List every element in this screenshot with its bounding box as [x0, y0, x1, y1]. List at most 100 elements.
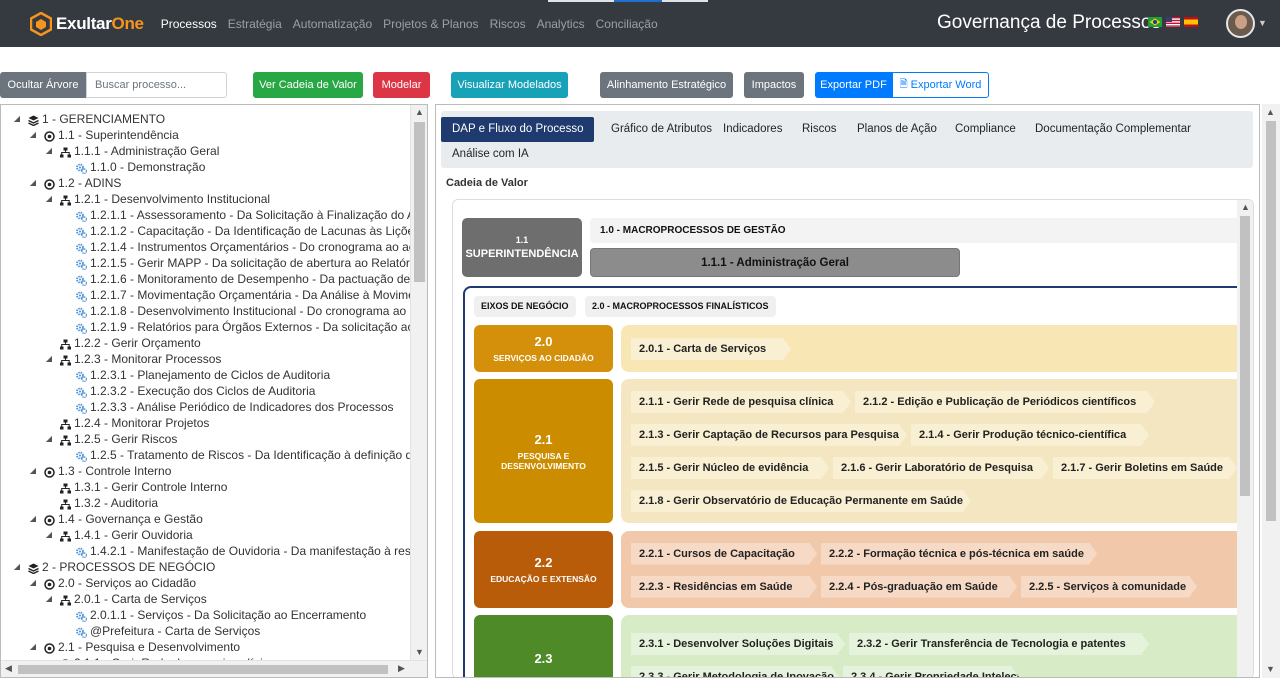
tree-node[interactable]: 1.2.2 - Gerir Orçamento: [1, 335, 411, 351]
tree-node[interactable]: 1.2.3.2 - Execução dos Ciclos de Auditor…: [1, 383, 411, 399]
macroprocess-item[interactable]: 2.2.3 - Residências em Saúde: [631, 576, 817, 598]
tab-dap-fluxo[interactable]: DAP e Fluxo do Processo: [441, 117, 595, 142]
nav-estrategia[interactable]: Estratégia: [228, 17, 282, 31]
tab-riscos[interactable]: Riscos: [791, 117, 848, 142]
expand-toggle-icon[interactable]: ◢: [44, 351, 54, 367]
tree-node[interactable]: 1.3.2 - Auditoria: [1, 495, 411, 511]
macroprocess-item[interactable]: 2.3.3 - Gerir Metodologia de Inovação: [631, 666, 839, 678]
tree-node[interactable]: 1.2.1.8 - Desenvolvimento Institucional …: [1, 303, 411, 319]
tab-indicadores[interactable]: Indicadores: [712, 117, 793, 142]
macroprocess-item[interactable]: 2.1.4 - Gerir Produção técnico-científic…: [911, 424, 1149, 446]
tree-node[interactable]: 1.2.1.1 - Assessoramento - Da Solicitaçã…: [1, 207, 411, 223]
tree-node[interactable]: ◢ 1.2.1 - Desenvolvimento Institucional: [1, 191, 411, 207]
macroprocess-item[interactable]: 2.1.8 - Gerir Observatório de Educação P…: [631, 490, 971, 512]
usa-flag-icon[interactable]: [1166, 17, 1180, 27]
tab-grafico-atributos[interactable]: Gráfico de Atributos: [600, 117, 723, 142]
tree-node[interactable]: 1.2.1.6 - Monitoramento de Desempenho - …: [1, 271, 411, 287]
admin-geral-button[interactable]: 1.1.1 - Administração Geral: [590, 248, 960, 277]
expand-toggle-icon[interactable]: ◢: [44, 191, 54, 207]
scroll-down-icon[interactable]: ▼: [415, 647, 424, 657]
nav-processos[interactable]: Processos: [161, 17, 217, 31]
expand-toggle-icon[interactable]: ◢: [28, 575, 38, 591]
macroprocess-item[interactable]: 2.2.2 - Formação técnica e pós-técnica e…: [821, 543, 1097, 565]
page-scroll-thumb[interactable]: [1266, 121, 1276, 521]
tree-vertical-scrollbar[interactable]: ▲ ▼: [410, 105, 427, 661]
macroprocess-item[interactable]: 2.1.7 - Gerir Boletins em Saúde: [1053, 457, 1237, 479]
tree-node[interactable]: 2.0.1.1 - Serviços - Da Solicitação ao E…: [1, 607, 411, 623]
tree-node[interactable]: ◢ 2.1 - Pesquisa e Desenvolvimento: [1, 639, 411, 655]
tree-node[interactable]: 1.2.1.9 - Relatórios para Órgãos Externo…: [1, 319, 411, 335]
macroprocess-item[interactable]: 2.1.6 - Gerir Laboratório de Pesquisa: [833, 457, 1049, 479]
tree-node[interactable]: 1.3.1 - Gerir Controle Interno: [1, 479, 411, 495]
tree-node[interactable]: 1.2.4 - Monitorar Projetos: [1, 415, 411, 431]
tree-node[interactable]: ◢ 1.4 - Governança e Gestão: [1, 511, 411, 527]
tree-node[interactable]: ◢ 1.1 - Superintendência: [1, 127, 411, 143]
tree-node[interactable]: 1.2.5 - Tratamento de Riscos - Da Identi…: [1, 447, 411, 463]
expand-toggle-icon[interactable]: ◢: [44, 143, 54, 159]
eixo-box[interactable]: 2.3: [474, 615, 613, 677]
tree-node[interactable]: ◢ 2 - PROCESSOS DE NEGÓCIO: [1, 559, 411, 575]
macroprocess-item[interactable]: 2.3.1 - Desenvolver Soluções Digitais: [631, 633, 845, 655]
expand-toggle-icon[interactable]: ◢: [28, 639, 38, 655]
view-modeled-button[interactable]: Visualizar Modelados: [451, 72, 568, 98]
process-tree[interactable]: ◢ 1 - GERENCIAMENTO ◢ 1.1 - Superintendênci…: [0, 104, 428, 678]
expand-toggle-icon[interactable]: ◢: [12, 111, 22, 127]
tree-node[interactable]: ◢ 1.3 - Controle Interno: [1, 463, 411, 479]
chevron-down-icon[interactable]: ▼: [1258, 18, 1267, 28]
superintendencia-box[interactable]: 1.1 SUPERINTENDÊNCIA: [462, 218, 582, 277]
expand-toggle-icon[interactable]: ◢: [12, 559, 22, 575]
tree-node[interactable]: 1.2.1.4 - Instrumentos Orçamentários - D…: [1, 239, 411, 255]
strategic-alignment-button[interactable]: Alinhamento Estratégico: [600, 72, 733, 98]
tree-horizontal-scrollbar[interactable]: ◀ ▶: [1, 660, 427, 677]
tree-node[interactable]: ◢ 1 - GERENCIAMENTO: [1, 111, 411, 127]
brazil-flag-icon[interactable]: [1148, 17, 1162, 27]
impacts-button[interactable]: Impactos: [744, 72, 804, 98]
expand-toggle-icon[interactable]: ◢: [28, 511, 38, 527]
expand-toggle-icon[interactable]: ◢: [28, 175, 38, 191]
macroprocess-item[interactable]: 2.3.4 - Gerir Propriedade Intelectual: [843, 666, 1019, 678]
macroprocess-item[interactable]: 2.1.2 - Edição e Publicação de Periódico…: [855, 391, 1155, 413]
tree-node[interactable]: ◢ 2.0.1 - Carta de Serviços: [1, 591, 411, 607]
eixo-box[interactable]: 2.1 PESQUISA E DESENVOLVIMENTO: [474, 379, 613, 523]
nav-automatizacao[interactable]: Automatização: [293, 17, 372, 31]
nav-analytics[interactable]: Analytics: [537, 17, 585, 31]
tree-node[interactable]: ◢ 1.2.5 - Gerir Riscos: [1, 431, 411, 447]
scroll-down-icon[interactable]: ▼: [1266, 664, 1275, 674]
eixo-box[interactable]: 2.0 SERVIÇOS AO CIDADÃO: [474, 325, 613, 372]
tab-analise-ia[interactable]: Análise com IA: [441, 142, 540, 167]
export-pdf-button[interactable]: Exportar PDF: [815, 72, 892, 98]
tab-compliance[interactable]: Compliance: [944, 117, 1027, 142]
tree-node[interactable]: 1.2.1.2 - Capacitação - Da Identificação…: [1, 223, 411, 239]
scroll-up-icon[interactable]: ▲: [1266, 107, 1275, 117]
macroprocess-item[interactable]: 2.1.5 - Gerir Núcleo de evidência: [631, 457, 829, 479]
expand-toggle-icon[interactable]: ◢: [44, 591, 54, 607]
hide-tree-button[interactable]: Ocultar Árvore: [0, 72, 86, 98]
scroll-up-icon[interactable]: ▲: [415, 107, 424, 117]
scroll-left-icon[interactable]: ◀: [5, 663, 12, 674]
macroprocess-item[interactable]: 2.2.4 - Pós-graduação em Saúde: [821, 576, 1017, 598]
tree-node[interactable]: ◢ 1.2 - ADINS: [1, 175, 411, 191]
macroprocess-item[interactable]: 2.3.2 - Gerir Transferência de Tecnologi…: [849, 633, 1149, 655]
tab-planos-acao[interactable]: Planos de Ação: [846, 117, 948, 142]
expand-toggle-icon[interactable]: ◢: [28, 463, 38, 479]
macroprocess-item[interactable]: 2.2.5 - Serviços à comunidade: [1021, 576, 1197, 598]
tree-node[interactable]: 1.1.0 - Demonstração: [1, 159, 411, 175]
expand-toggle-icon[interactable]: ◢: [44, 527, 54, 543]
nav-projetos[interactable]: Projetos & Planos: [383, 17, 478, 31]
macroprocess-item[interactable]: 2.2.1 - Cursos de Capacitação: [631, 543, 817, 565]
macroprocess-item[interactable]: 2.0.1 - Carta de Serviços: [631, 338, 791, 360]
tree-node[interactable]: @Prefeitura - Carta de Serviços: [1, 623, 411, 639]
nav-conciliacao[interactable]: Conciliação: [596, 17, 658, 31]
tree-hscroll-thumb[interactable]: [18, 665, 388, 674]
tree-node[interactable]: ◢ 1.2.3 - Monitorar Processos: [1, 351, 411, 367]
scroll-up-icon[interactable]: ▲: [1241, 202, 1250, 212]
eixo-box[interactable]: 2.2 EDUCAÇÃO E EXTENSÃO: [474, 531, 613, 608]
user-avatar[interactable]: [1226, 9, 1255, 38]
macroprocess-item[interactable]: 2.1.3 - Gerir Captação de Recursos para …: [631, 424, 907, 446]
brand-logo[interactable]: ExultarOne: [30, 0, 144, 47]
tree-node[interactable]: 1.2.1.5 - Gerir MAPP - Da solicitação de…: [1, 255, 411, 271]
value-chain-button[interactable]: Ver Cadeia de Valor: [253, 72, 363, 98]
tab-documentacao[interactable]: Documentação Complementar: [1024, 117, 1202, 142]
spain-flag-icon[interactable]: [1184, 17, 1198, 27]
canvas-scroll-thumb[interactable]: [1240, 216, 1250, 496]
